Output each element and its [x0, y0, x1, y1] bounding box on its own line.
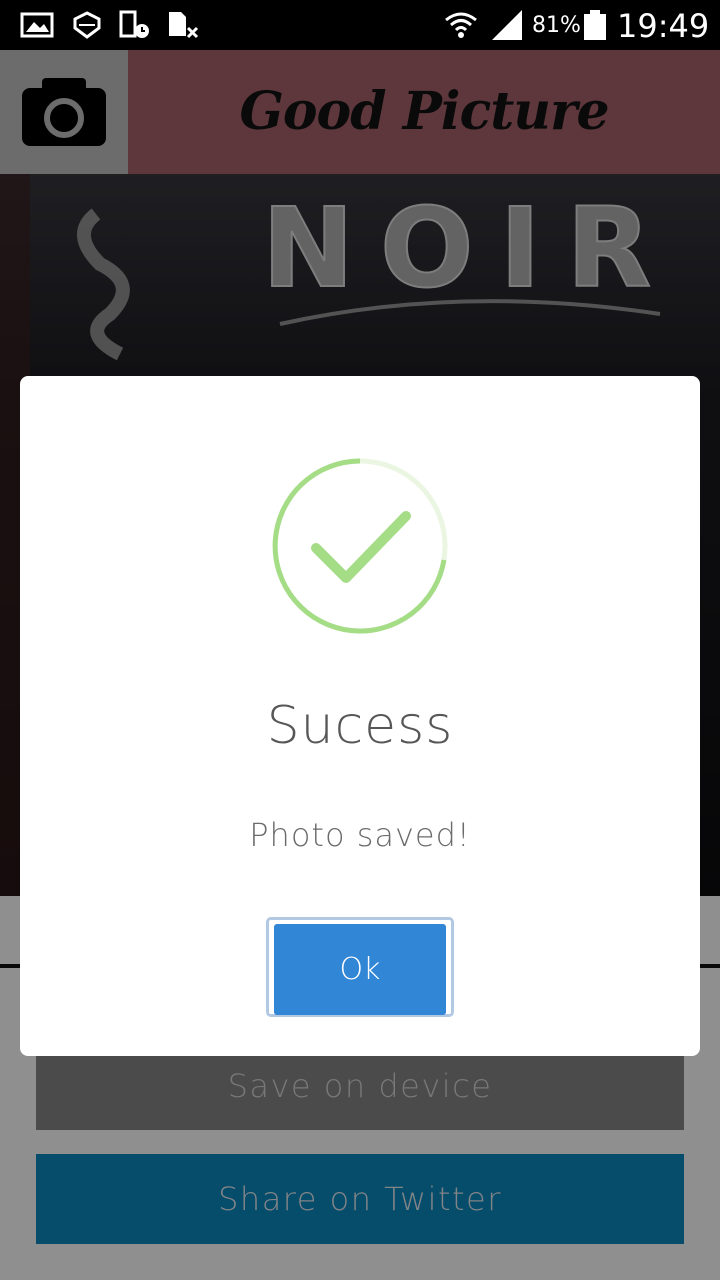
cell-signal-icon: [492, 10, 522, 40]
dialog-title: Sucess: [266, 696, 454, 756]
battery-icon: [584, 10, 606, 40]
modal-overlay[interactable]: Sucess Photo saved! Ok: [0, 50, 720, 1280]
status-bar: 81% 19:49: [0, 0, 720, 50]
gallery-icon: [20, 12, 54, 38]
sim-x-icon: [169, 12, 199, 39]
dialog-message: Photo saved!: [249, 816, 471, 854]
ok-button[interactable]: Ok: [274, 924, 446, 1015]
success-dialog: Sucess Photo saved! Ok: [20, 376, 700, 1056]
success-check-icon: [272, 458, 448, 634]
wifi-icon: [445, 12, 477, 38]
battery-percent: 81%: [532, 13, 581, 38]
clock: 19:49: [617, 7, 710, 45]
phone-clock-icon: [119, 10, 149, 38]
signal-tool-icon: [73, 11, 101, 39]
